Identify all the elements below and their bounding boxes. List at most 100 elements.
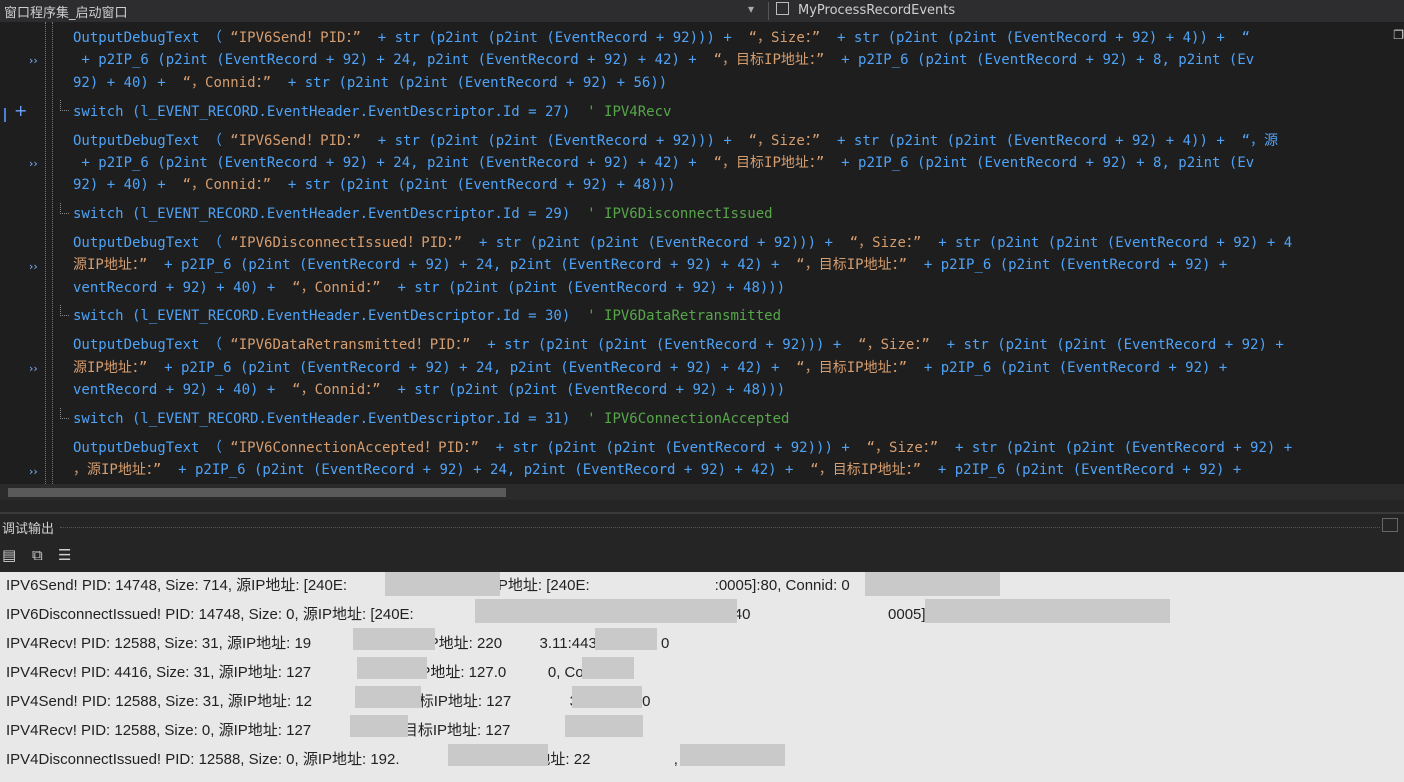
- code-line[interactable]: 源IP地址：” + p2IP_6 (p2int (EventRecord + 9…: [73, 357, 1236, 379]
- output-line: IPV4Recv! PID: 4416, Size: 31, 源IP地址: 12…: [6, 664, 629, 681]
- code-token: + str (p2int (p2int (EventRecord + 92) +…: [929, 235, 1293, 251]
- string-literal: “，Connid：”: [283, 280, 390, 296]
- code-token: + str (p2int (p2int (EventRecord + 92) +…: [279, 75, 668, 91]
- clear-icon[interactable]: ▤: [2, 546, 16, 564]
- code-token: + str (p2int (p2int (EventRecord + 92) +: [946, 440, 1293, 456]
- redaction-mark: [565, 715, 643, 737]
- string-literal: “，Connid：”: [283, 382, 390, 398]
- copy-icon[interactable]: ⧉: [32, 546, 43, 564]
- wrap-icon[interactable]: ☰: [58, 546, 71, 564]
- panel-title: 调试输出: [2, 522, 55, 537]
- code-line[interactable]: ventRecord + 92) + 40) + “，Connid：” + st…: [73, 277, 785, 299]
- code-line[interactable]: OutputDebugText （ “IPV6DataRetransmitted…: [73, 334, 1292, 356]
- continuation-icon: ››: [29, 260, 38, 273]
- redaction-mark: [582, 657, 634, 679]
- code-token: + str (p2int (p2int (EventRecord + 92) +…: [389, 382, 786, 398]
- block-bracket: [60, 203, 69, 214]
- editor-horizontal-scrollbar[interactable]: [0, 484, 1404, 500]
- code-token: + p2IP_6 (p2int (EventRecord + 92) + 8, …: [832, 52, 1255, 68]
- code-token: OutputDebugText （: [73, 133, 231, 149]
- method-selector[interactable]: MyProcessRecordEvents: [776, 2, 955, 18]
- code-comment: ' IPV6ConnectionAccepted: [587, 411, 790, 427]
- string-literal: “IPV6Send！PID：”: [230, 30, 370, 46]
- string-literal: “IPV6Send！PID：”: [230, 133, 370, 149]
- scrollbar-thumb[interactable]: [8, 488, 506, 497]
- string-literal: “，目标IP地址：”: [787, 360, 916, 376]
- code-token: OutputDebugText （: [73, 440, 231, 456]
- panel-menu-icon[interactable]: [1382, 518, 1398, 532]
- code-token: switch (l_EVENT_RECORD.EventHeader.Event…: [73, 308, 588, 324]
- code-line[interactable]: 92) + 40) + “，Connid：” + str (p2int (p2i…: [73, 72, 667, 94]
- output-text[interactable]: IPV6Send! PID: 14748, Size: 714, 源IP地址: …: [0, 572, 1404, 782]
- code-token: OutputDebugText （: [73, 235, 231, 251]
- string-literal: “，目标IP地址：”: [801, 462, 930, 478]
- string-literal: 源IP地址：”: [73, 360, 156, 376]
- overflow-glyph: ❐: [1393, 28, 1404, 42]
- continuation-icon: ››: [29, 157, 38, 170]
- code-line[interactable]: + p2IP_6 (p2int (EventRecord + 92) + 24,…: [73, 152, 1254, 174]
- code-line[interactable]: 源IP地址：” + p2IP_6 (p2int (EventRecord + 9…: [73, 254, 1236, 276]
- code-line[interactable]: switch (l_EVENT_RECORD.EventHeader.Event…: [73, 305, 781, 327]
- output-line: IPV4Recv! PID: 12588, Size: 0, 源IP地址: 12…: [6, 722, 638, 739]
- code-line[interactable]: switch (l_EVENT_RECORD.EventHeader.Event…: [73, 203, 773, 225]
- string-literal: “，目标IP地址：”: [787, 257, 916, 273]
- code-token: + str (p2int (p2int (EventRecord + 92) +…: [389, 280, 786, 296]
- code-line[interactable]: ，源IP地址：” + p2IP_6 (p2int (EventRecord + …: [73, 459, 1241, 481]
- code-token: + str (p2int (p2int (EventRecord + 92)))…: [369, 133, 741, 149]
- redaction-mark: [350, 715, 408, 737]
- continuation-icon: ››: [29, 465, 38, 478]
- string-literal: “IPV6ConnectionAccepted！PID：”: [230, 440, 488, 456]
- redaction-mark: [448, 744, 548, 766]
- code-line[interactable]: OutputDebugText （ “IPV6ConnectionAccepte…: [73, 437, 1292, 459]
- code-line[interactable]: OutputDebugText （ “IPV6DisconnectIssued！…: [73, 232, 1292, 254]
- indent-guide: [45, 22, 46, 484]
- method-selector-label: MyProcessRecordEvents: [798, 3, 956, 18]
- code-token: + p2IP_6 (p2int (EventRecord + 92) +: [915, 257, 1236, 273]
- string-literal: 源IP地址：”: [73, 257, 156, 273]
- code-token: + p2IP_6 (p2int (EventRecord + 92) + 24,…: [155, 360, 788, 376]
- code-line[interactable]: + p2IP_6 (p2int (EventRecord + 92) + 24,…: [73, 49, 1254, 71]
- code-line[interactable]: ventRecord + 92) + 40) + “，Connid：” + st…: [73, 379, 785, 401]
- redaction-mark: [475, 599, 737, 623]
- code-token: + p2IP_6 (p2int (EventRecord + 92) +: [915, 360, 1236, 376]
- redaction-mark: [925, 599, 1170, 623]
- block-bracket: [60, 408, 69, 419]
- code-token: 92) + 40) +: [73, 75, 175, 91]
- output-line: IPV4DisconnectIssued! PID: 12588, Size: …: [6, 751, 747, 768]
- redaction-mark: [865, 572, 1000, 596]
- code-token: + str (p2int (p2int (EventRecord + 92)))…: [478, 337, 850, 353]
- code-comment: ' IPV6DataRetransmitted: [587, 308, 782, 324]
- code-line[interactable]: 92) + 40) + “，Connid：” + str (p2int (p2i…: [73, 174, 676, 196]
- string-literal: “，Connid：”: [174, 177, 280, 193]
- string-literal: “，目标IP地址：”: [705, 52, 833, 68]
- redaction-mark: [595, 628, 657, 650]
- code-comment: ' IPV6DisconnectIssued: [587, 206, 773, 222]
- redaction-mark: [572, 686, 642, 708]
- change-marker: [4, 108, 6, 122]
- code-token: + p2IP_6 (p2int (EventRecord + 92) + 24,…: [73, 52, 706, 68]
- code-line[interactable]: OutputDebugText （ “IPV6Send！PID：” + str …: [73, 130, 1278, 152]
- code-token: switch (l_EVENT_RECORD.EventHeader.Event…: [73, 104, 588, 120]
- panel-title-rule: [60, 527, 1380, 528]
- continuation-icon: ››: [29, 54, 38, 67]
- editor-gutter: + ›› ›› ›› ›› ››: [0, 22, 69, 484]
- cube-icon: [776, 2, 789, 15]
- string-literal: “IPV6DataRetransmitted！PID：”: [230, 337, 479, 353]
- code-token: + p2IP_6 (p2int (EventRecord + 92) + 24,…: [73, 155, 706, 171]
- block-bracket: [60, 100, 69, 111]
- code-token: switch (l_EVENT_RECORD.EventHeader.Event…: [73, 206, 588, 222]
- assembly-selector[interactable]: 窗口程序集_启动窗口: [4, 2, 128, 21]
- code-token: switch (l_EVENT_RECORD.EventHeader.Event…: [73, 411, 588, 427]
- string-literal: “，Size：”: [849, 337, 939, 353]
- code-editor[interactable]: + ›› ›› ›› ›› ›› OutputDebugText （ “IPV6…: [0, 22, 1404, 484]
- code-line[interactable]: switch (l_EVENT_RECORD.EventHeader.Event…: [73, 408, 789, 430]
- code-token: + p2IP_6 (p2int (EventRecord + 92) + 24,…: [169, 462, 802, 478]
- code-line[interactable]: OutputDebugText （ “IPV6Send！PID：” + str …: [73, 27, 1250, 49]
- code-token: + str (p2int (p2int (EventRecord + 92) +…: [828, 133, 1279, 149]
- chevron-down-icon[interactable]: ▾: [748, 2, 754, 16]
- expand-icon[interactable]: +: [14, 101, 27, 120]
- output-toolbar: ▤ ⧉ ☰: [0, 544, 1404, 570]
- string-literal: “IPV6DisconnectIssued！PID：”: [230, 235, 471, 251]
- code-line[interactable]: switch (l_EVENT_RECORD.EventHeader.Event…: [73, 101, 671, 123]
- code-token: 92) + 40) +: [73, 177, 175, 193]
